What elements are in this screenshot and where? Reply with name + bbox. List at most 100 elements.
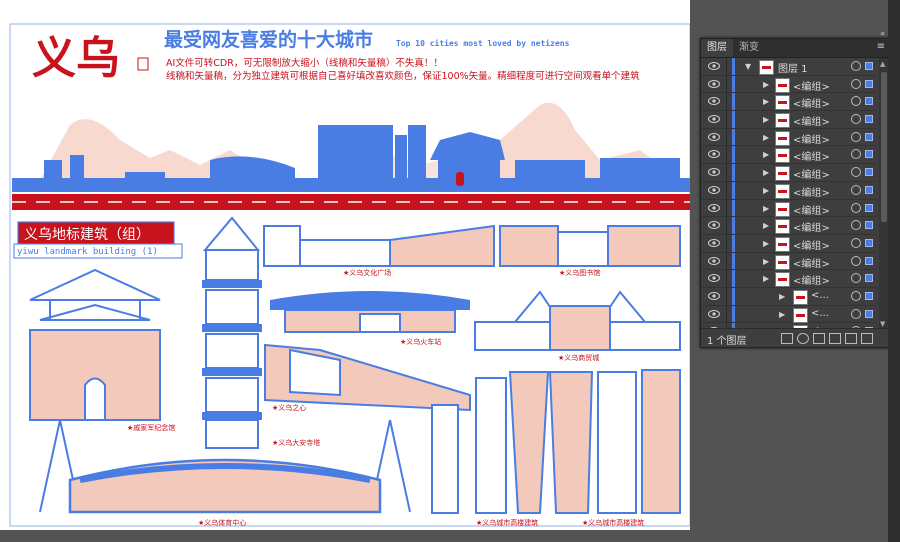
scroll-thumb[interactable] bbox=[881, 72, 887, 222]
selection-square-icon[interactable] bbox=[865, 97, 873, 106]
layer-name[interactable]: <编组> bbox=[793, 255, 830, 270]
group-row[interactable]: ▶ <编组> bbox=[701, 270, 877, 288]
layer-name[interactable]: <编组> bbox=[793, 184, 830, 199]
expand-triangle-icon[interactable]: ▶ bbox=[763, 257, 769, 266]
target-circle-icon[interactable] bbox=[851, 184, 861, 195]
expand-triangle-icon[interactable]: ▶ bbox=[763, 221, 769, 230]
target-circle-icon[interactable] bbox=[851, 308, 861, 319]
target-circle-icon[interactable] bbox=[851, 237, 861, 248]
layer-name[interactable]: <编组> bbox=[793, 272, 830, 287]
expand-triangle-icon[interactable]: ▶ bbox=[763, 204, 769, 213]
visibility-eye-icon[interactable] bbox=[708, 203, 720, 212]
selection-square-icon[interactable] bbox=[865, 238, 873, 247]
group-row[interactable]: ▶ <编组> bbox=[701, 252, 877, 271]
selection-square-icon[interactable] bbox=[865, 203, 873, 212]
target-circle-icon[interactable] bbox=[851, 290, 861, 301]
layer-name[interactable]: <编组> bbox=[793, 219, 830, 234]
visibility-eye-icon[interactable] bbox=[708, 132, 720, 141]
artboard-canvas[interactable]: 义乌 最受网友喜爱的十大城市 Top 10 cities most loved … bbox=[0, 0, 690, 530]
visibility-eye-icon[interactable] bbox=[708, 150, 720, 159]
visibility-eye-icon[interactable] bbox=[708, 221, 720, 230]
group-row[interactable]: ▶ <编组> bbox=[701, 146, 877, 165]
selection-square-icon[interactable] bbox=[865, 309, 873, 318]
expand-triangle-icon[interactable]: ▶ bbox=[763, 97, 769, 106]
panel-menu-icon[interactable]: ≡ bbox=[877, 41, 885, 52]
layer-row-top[interactable]: ▼ 图层 1 bbox=[701, 58, 877, 76]
group-row[interactable]: ▶ <编组> bbox=[701, 111, 877, 129]
target-circle-icon[interactable] bbox=[851, 220, 861, 231]
expand-triangle-icon[interactable]: ▶ bbox=[763, 239, 769, 248]
layer-name[interactable]: <编组> bbox=[793, 131, 830, 146]
visibility-eye-icon[interactable] bbox=[708, 274, 720, 283]
panel-collapse-icon[interactable]: « bbox=[880, 29, 885, 38]
visibility-eye-icon[interactable] bbox=[708, 97, 720, 106]
target-circle-icon[interactable] bbox=[851, 255, 861, 266]
export-icon[interactable] bbox=[781, 333, 793, 344]
expand-triangle-icon[interactable]: ▶ bbox=[763, 115, 769, 124]
visibility-eye-icon[interactable] bbox=[708, 115, 720, 124]
expand-triangle-icon[interactable]: ▶ bbox=[779, 310, 785, 319]
layer-name[interactable]: <编组> bbox=[793, 202, 830, 217]
expand-triangle-icon[interactable]: ▶ bbox=[763, 274, 769, 283]
layer-name[interactable]: <编组> bbox=[793, 113, 830, 128]
expand-triangle-icon[interactable]: ▶ bbox=[763, 186, 769, 195]
new-sublayer-icon[interactable] bbox=[829, 333, 841, 344]
target-circle-icon[interactable] bbox=[851, 96, 861, 107]
layer-name[interactable]: 图层 1 bbox=[778, 60, 808, 75]
target-circle-icon[interactable] bbox=[851, 202, 861, 213]
target-circle-icon[interactable] bbox=[851, 273, 861, 284]
group-row[interactable]: ▶ <编组> bbox=[701, 164, 877, 182]
layer-name[interactable]: <编组> bbox=[793, 78, 830, 93]
visibility-eye-icon[interactable] bbox=[708, 238, 720, 247]
visibility-eye-icon[interactable] bbox=[708, 256, 720, 265]
visibility-eye-icon[interactable] bbox=[708, 185, 720, 194]
visibility-eye-icon[interactable] bbox=[708, 309, 720, 318]
visibility-eye-icon[interactable] bbox=[708, 62, 720, 70]
target-circle-icon[interactable] bbox=[851, 131, 861, 142]
layer-name[interactable]: <编组> bbox=[793, 95, 830, 110]
scroll-up-arrow-icon[interactable]: ▲ bbox=[880, 60, 885, 68]
target-circle-icon[interactable] bbox=[851, 78, 861, 89]
expand-triangle-icon[interactable]: ▶ bbox=[779, 292, 785, 301]
target-circle-icon[interactable] bbox=[851, 167, 861, 178]
layers-panel[interactable]: « 图层 渐变 ≡ ▼ 图层 1 ▶ <编组> ▶ <编组> ▶ <编组> ▶ <编组> ▶ <编… bbox=[700, 29, 890, 348]
selection-square-icon[interactable] bbox=[865, 150, 873, 159]
group-row[interactable]: ▶ <编组> bbox=[701, 217, 877, 235]
target-circle-icon[interactable] bbox=[851, 61, 861, 71]
group-row[interactable]: ▶ <编组> bbox=[701, 234, 877, 253]
selection-square-icon[interactable] bbox=[865, 62, 873, 70]
selection-square-icon[interactable] bbox=[865, 274, 873, 283]
visibility-eye-icon[interactable] bbox=[708, 291, 720, 300]
selection-square-icon[interactable] bbox=[865, 185, 873, 194]
group-row[interactable]: ▶ <编组> bbox=[701, 181, 877, 200]
layers-list[interactable]: ▼ 图层 1 ▶ <编组> ▶ <编组> ▶ <编组> ▶ <编组> ▶ <编组> ▶ <编组> ▶ <编… bbox=[701, 58, 877, 330]
target-circle-icon[interactable] bbox=[851, 114, 861, 125]
layer-name[interactable]: <编组> bbox=[793, 166, 830, 181]
expand-triangle-icon[interactable]: ▶ bbox=[763, 133, 769, 142]
tab-gradient[interactable]: 渐变 bbox=[733, 39, 765, 57]
selection-square-icon[interactable] bbox=[865, 168, 873, 177]
selection-square-icon[interactable] bbox=[865, 132, 873, 141]
sublayer-row[interactable]: ▶ <... bbox=[701, 305, 877, 324]
group-row[interactable]: ▶ <编组> bbox=[701, 93, 877, 112]
sublayer-row[interactable]: ▶ <... bbox=[701, 287, 877, 306]
layer-name[interactable]: <编组> bbox=[793, 148, 830, 163]
visibility-eye-icon[interactable] bbox=[708, 79, 720, 88]
clipping-mask-icon[interactable] bbox=[813, 333, 825, 344]
selection-square-icon[interactable] bbox=[865, 291, 873, 300]
layer-name[interactable]: <编组> bbox=[793, 237, 830, 252]
group-row[interactable]: ▶ <编组> bbox=[701, 199, 877, 218]
trash-icon[interactable] bbox=[861, 333, 873, 344]
expand-triangle-icon[interactable]: ▶ bbox=[763, 80, 769, 89]
new-layer-icon[interactable] bbox=[845, 333, 857, 344]
target-circle-icon[interactable] bbox=[851, 149, 861, 160]
expand-triangle-icon[interactable]: ▼ bbox=[745, 62, 751, 71]
selection-square-icon[interactable] bbox=[865, 115, 873, 124]
group-row[interactable]: ▶ <编组> bbox=[701, 128, 877, 147]
group-row[interactable]: ▶ <编组> bbox=[701, 75, 877, 94]
visibility-eye-icon[interactable] bbox=[708, 168, 720, 177]
expand-triangle-icon[interactable]: ▶ bbox=[763, 168, 769, 177]
scroll-down-arrow-icon[interactable]: ▼ bbox=[880, 320, 885, 328]
expand-triangle-icon[interactable]: ▶ bbox=[763, 150, 769, 159]
layer-name[interactable]: <... bbox=[811, 308, 829, 319]
